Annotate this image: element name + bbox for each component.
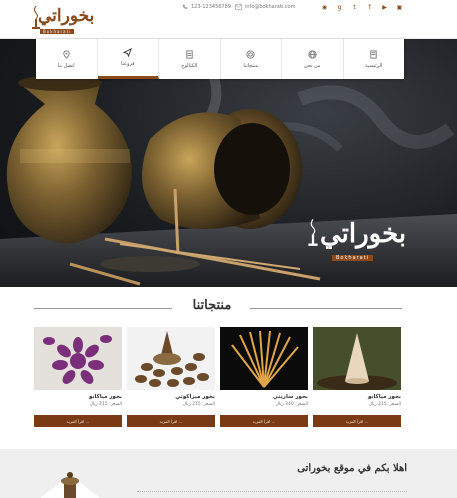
- nav-item-home[interactable]: الرئيسية: [344, 39, 405, 79]
- site-logo[interactable]: بخوراتي Bokharati: [30, 2, 95, 36]
- read-more-button[interactable]: اقرأ المزيد ...: [313, 415, 401, 427]
- nav-item-branches[interactable]: فروعنا: [97, 39, 159, 79]
- product-name[interactable]: بخور ساريتي: [220, 394, 308, 400]
- product-list: بخور مياكانو السعر: 215 ريال اقرأ المزيد…: [34, 327, 404, 427]
- social-links: ◉ g t f ▶ ▣: [321, 4, 403, 11]
- products-title: منتجاتنا: [192, 298, 232, 313]
- instagram-icon[interactable]: ▣: [396, 4, 403, 11]
- welcome-text-line: [137, 491, 407, 493]
- nav-item-label: منتجاتنا: [243, 62, 259, 69]
- phone-contact[interactable]: 123-123456789: [182, 4, 231, 10]
- google-plus-icon[interactable]: g: [336, 4, 343, 11]
- product-image[interactable]: [127, 327, 215, 390]
- nav-item-contact[interactable]: اتصل بنا: [36, 39, 98, 79]
- product-image[interactable]: [313, 327, 401, 390]
- rss-icon[interactable]: ◉: [321, 4, 328, 11]
- phone-icon: [182, 4, 188, 9]
- title-line-right: [250, 308, 402, 309]
- title-line-left: [34, 308, 172, 309]
- location-icon: [63, 49, 70, 59]
- welcome-title: اهلا بكم في موقع بخوراتى: [297, 463, 407, 474]
- incense-burner-icon: [40, 472, 100, 498]
- nav-item-label: من نحن: [304, 62, 321, 69]
- product-image[interactable]: [34, 327, 122, 390]
- hero-brand-sub: Bokharati: [332, 255, 374, 261]
- nav-item-label: الرئيسية: [365, 62, 383, 69]
- logo-text: بخوراتي: [38, 6, 95, 26]
- product-price: السعر: 215 ريال: [89, 402, 122, 407]
- product-name[interactable]: بخور مياكانو: [34, 394, 122, 400]
- hero-brand-text: بخوراتي: [320, 219, 407, 249]
- welcome-section: اهلا بكم في موقع بخوراتى: [0, 449, 457, 498]
- facebook-icon[interactable]: f: [366, 4, 373, 11]
- phone-text: 123-123456789: [191, 4, 231, 10]
- product-card[interactable]: بخور ساريتي السعر: 340 ريال اقرأ المزيد …: [220, 327, 308, 427]
- main-nav: اتصل بنا فروعنا الكتالوج منتجاتنا من نحن…: [36, 39, 404, 79]
- youtube-icon[interactable]: ▶: [381, 4, 388, 11]
- mail-icon: [235, 4, 242, 10]
- read-more-button[interactable]: اقرأ المزيد ...: [34, 415, 122, 427]
- hero-incense-icon: [308, 218, 318, 246]
- email-contact[interactable]: info@bokharati.com: [235, 4, 295, 10]
- product-name[interactable]: بخور مياكانو: [313, 394, 401, 400]
- read-more-button[interactable]: اقرأ المزيد ...: [127, 415, 215, 427]
- nav-item-catalog[interactable]: الكتالوج: [159, 39, 221, 79]
- document-icon: [186, 49, 193, 59]
- product-price: السعر: 215 ريال: [368, 402, 401, 407]
- home-icon: [370, 49, 377, 59]
- products-section-header: منتجاتنا: [0, 298, 457, 318]
- email-text: info@bokharati.com: [245, 4, 296, 10]
- product-name[interactable]: بخور ميراكوتي: [127, 394, 215, 400]
- product-card[interactable]: بخور مياكانو السعر: 215 ريال اقرأ المزيد…: [313, 327, 401, 427]
- nav-item-label: اتصل بنا: [57, 62, 75, 69]
- logo-subtext: Bokharati: [40, 29, 75, 34]
- nav-item-label: الكتالوج: [181, 62, 198, 69]
- hero-brand: بخوراتي Bokharati: [306, 207, 407, 267]
- product-card[interactable]: بخور مياكانو السعر: 215 ريال اقرأ المزيد…: [34, 327, 122, 427]
- nav-item-about[interactable]: من نحن: [282, 39, 344, 79]
- top-bar: بخوراتي Bokharati 123-123456789 info@bok…: [0, 0, 457, 38]
- product-price: السعر: 215 ريال: [182, 402, 215, 407]
- nav-item-label: فروعنا: [120, 61, 135, 67]
- twitter-icon[interactable]: t: [351, 4, 358, 11]
- globe-icon: [308, 49, 317, 59]
- nav-item-products[interactable]: منتجاتنا: [221, 39, 282, 79]
- read-more-button[interactable]: اقرأ المزيد ...: [220, 415, 308, 427]
- send-icon: [123, 48, 133, 57]
- product-card[interactable]: بخور ميراكوتي السعر: 215 ريال اقرأ المزي…: [127, 327, 215, 427]
- product-image[interactable]: [220, 327, 308, 390]
- box-icon: [246, 49, 255, 59]
- product-price: السعر: 340 ريال: [275, 402, 308, 407]
